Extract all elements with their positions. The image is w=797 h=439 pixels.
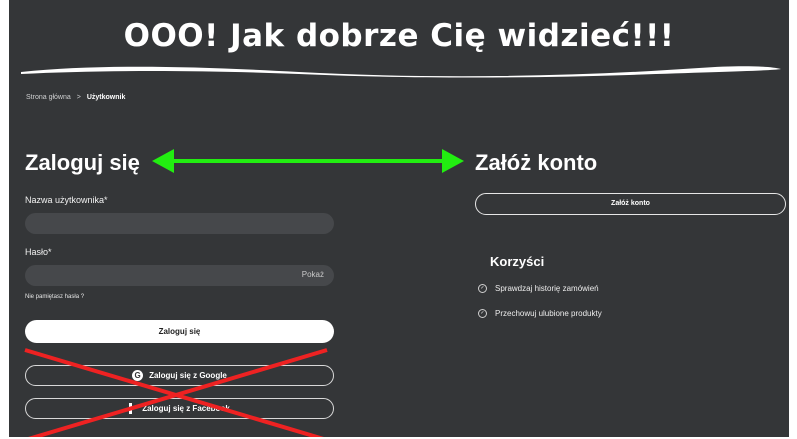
double-arrow-annotation bbox=[152, 149, 464, 173]
login-page: OOO! Jak dobrze Cię widzieć!!! Strona gł… bbox=[9, 0, 789, 437]
cross-annotation bbox=[24, 348, 328, 437]
annotation-overlay bbox=[24, 149, 464, 437]
